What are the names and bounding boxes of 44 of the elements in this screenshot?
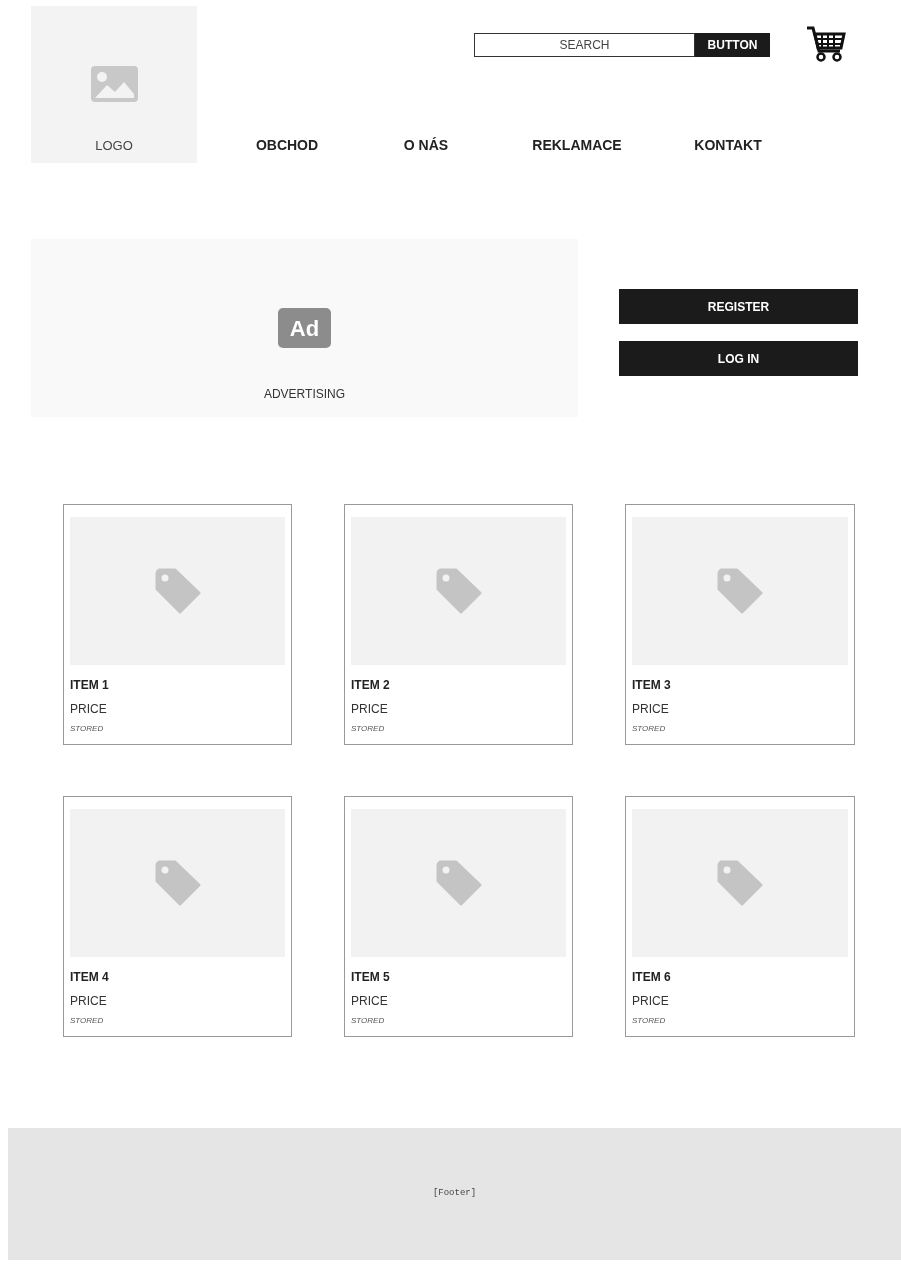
- product-price: PRICE: [70, 993, 108, 1010]
- tag-icon: [154, 860, 201, 906]
- tag-icon: [717, 568, 763, 614]
- image-icon: [90, 66, 138, 102]
- stock-status: STORED: [351, 723, 386, 735]
- login-button[interactable]: LOG IN: [619, 341, 858, 376]
- nav-link[interactable]: O NÁS: [361, 135, 491, 156]
- tag-icon: [154, 568, 201, 614]
- product-price: PRICE: [351, 993, 389, 1010]
- product-card[interactable]: ITEM 2 PRICE STORED: [344, 504, 573, 745]
- product-card[interactable]: ITEM 1 PRICE STORED: [63, 504, 292, 745]
- nav-link[interactable]: REKLAMACE: [512, 135, 642, 156]
- product-name: ITEM 3: [632, 677, 672, 694]
- logo-label: LOGO: [95, 137, 133, 155]
- product-name: ITEM 6: [632, 969, 672, 986]
- product-card[interactable]: ITEM 4 PRICE STORED: [63, 796, 292, 1037]
- product-name: ITEM 1: [70, 677, 110, 694]
- stock-status: STORED: [70, 723, 105, 735]
- product-price: PRICE: [632, 701, 670, 718]
- stock-status: STORED: [351, 1015, 386, 1027]
- search-button[interactable]: BUTTON: [695, 33, 770, 57]
- product-price: PRICE: [70, 701, 108, 718]
- product-name: ITEM 5: [351, 969, 391, 986]
- product-name: ITEM 4: [70, 969, 110, 986]
- product-name: ITEM 2: [351, 677, 391, 694]
- search-field[interactable]: SEARCH: [474, 33, 695, 57]
- product-card[interactable]: ITEM 3 PRICE STORED: [625, 504, 855, 745]
- nav-link[interactable]: OBCHOD: [222, 135, 352, 156]
- tag-icon: [435, 568, 482, 614]
- product-card[interactable]: ITEM 6 PRICE STORED: [625, 796, 855, 1037]
- cart-icon[interactable]: [806, 25, 846, 63]
- advertising-label: ADVERTISING: [263, 386, 346, 403]
- footer-label: [Footer]: [432, 1187, 477, 1201]
- product-card[interactable]: ITEM 5 PRICE STORED: [344, 796, 573, 1037]
- tag-icon: [717, 860, 763, 906]
- tag-icon: [435, 860, 482, 906]
- stock-status: STORED: [632, 723, 667, 735]
- stock-status: STORED: [70, 1015, 105, 1027]
- register-button[interactable]: REGISTER: [619, 289, 858, 324]
- nav-link[interactable]: KONTAKT: [663, 135, 793, 156]
- ad-icon: Ad: [278, 308, 331, 348]
- product-price: PRICE: [632, 993, 670, 1010]
- stock-status: STORED: [632, 1015, 667, 1027]
- product-price: PRICE: [351, 701, 389, 718]
